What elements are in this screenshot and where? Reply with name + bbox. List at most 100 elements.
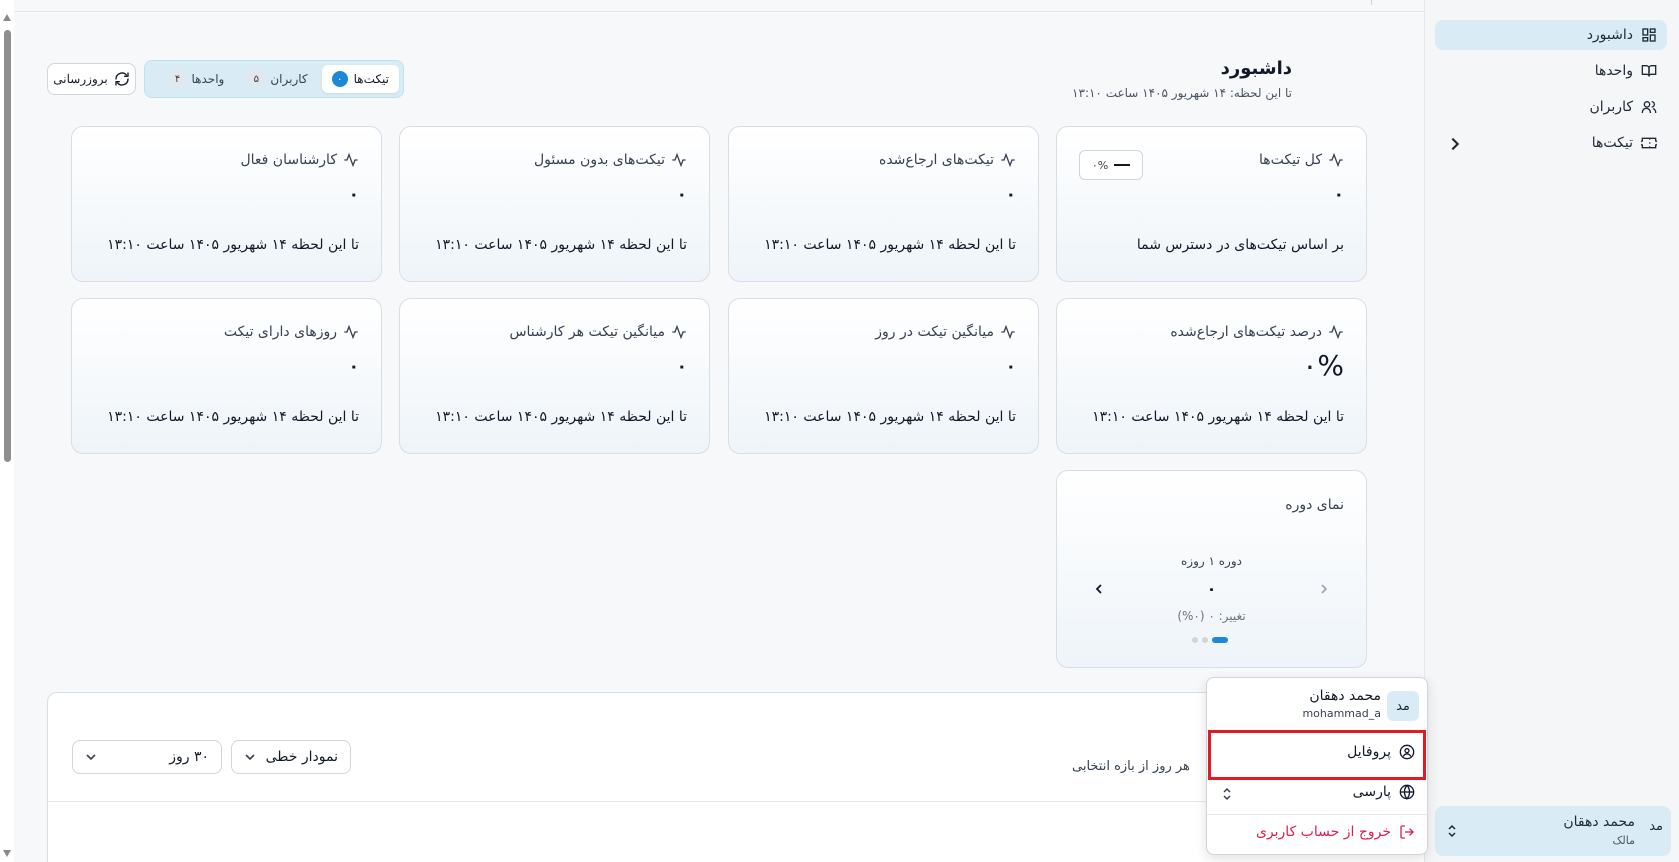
stat-card-unassigned-tickets: تیکت‌های بدون مسئول ۰ تا این لحظه ۱۴ شهر… xyxy=(399,126,710,282)
period-view-title: نمای دوره xyxy=(1285,497,1344,513)
menu-item-label: خروج از حساب کاربری xyxy=(1255,824,1391,840)
scroll-up-arrow-icon[interactable] xyxy=(3,14,11,21)
stat-card-title: کل تیکت‌ها xyxy=(1259,152,1322,168)
page-title: داشبورد xyxy=(1220,58,1292,79)
tab-tickets[interactable]: تیکت‌ها ۰ xyxy=(321,65,399,93)
range-select[interactable]: ۳۰ روز xyxy=(72,740,222,774)
stat-card-footer: تا این لحظه ۱۴ شهریور ۱۴۰۵ ساعت ۱۳:۱۰ xyxy=(435,237,687,253)
stat-card-avg-per-day: میانگین تیکت در روز ۰ تا این لحظه ۱۴ شهر… xyxy=(728,298,1039,454)
chevrons-up-down-icon xyxy=(1448,824,1456,838)
chart-type-select[interactable]: نمودار خطی xyxy=(231,740,351,774)
menu-user-name: محمد دهقان xyxy=(1309,688,1381,704)
logout-icon xyxy=(1400,825,1414,839)
chevrons-up-down-icon xyxy=(1223,787,1231,801)
stat-card-footer: تا این لحظه ۱۴ شهریور ۱۴۰۵ ساعت ۱۳:۱۰ xyxy=(435,409,687,425)
activity-icon xyxy=(1001,152,1015,168)
book-icon xyxy=(1641,65,1657,77)
activity-icon xyxy=(1329,324,1343,340)
top-divider-mark xyxy=(1371,0,1372,5)
menu-item-logout[interactable]: خروج از حساب کاربری xyxy=(1256,824,1415,840)
stat-card-value: ۰ xyxy=(676,185,687,205)
ticket-icon xyxy=(1641,137,1657,149)
avatar: مد xyxy=(1649,819,1663,834)
chart-type-value: نمودار خطی xyxy=(265,749,338,765)
tab-units-count: ۴ xyxy=(169,71,186,87)
stat-card-value: ۰% xyxy=(1302,349,1344,382)
sidebar-item-label: تیکت‌ها xyxy=(1591,135,1633,151)
stat-card-title: کارشناسان فعال xyxy=(240,152,337,168)
stat-card-footer: بر اساس تیکت‌های در دسترس شما xyxy=(1136,237,1344,253)
stat-card-title: درصد تیکت‌های ارجاع‌شده xyxy=(1170,324,1322,340)
stat-card-avg-per-agent: میانگین تیکت هر کارشناس ۰ تا این لحظه ۱۴… xyxy=(399,298,710,454)
dash-icon xyxy=(1114,164,1131,166)
tab-tickets-label: تیکت‌ها xyxy=(353,72,389,86)
refresh-label: بروزرسانی xyxy=(53,72,108,86)
pagination-dot-active[interactable] xyxy=(1212,637,1228,643)
activity-icon xyxy=(344,324,358,340)
stat-card-title: تیکت‌های ارجاع‌شده xyxy=(879,152,994,168)
stat-card-footer: تا این لحظه ۱۴ شهریور ۱۴۰۵ ساعت ۱۳:۱۰ xyxy=(1092,409,1344,425)
stat-card-referred-percent: درصد تیکت‌های ارجاع‌شده ۰% تا این لحظه ۱… xyxy=(1056,298,1367,454)
menu-item-label: پارسی xyxy=(1352,784,1391,800)
stat-card-footer: تا این لحظه ۱۴ شهریور ۱۴۰۵ ساعت ۱۳:۱۰ xyxy=(107,237,359,253)
sidebar-item-label: کاربران xyxy=(1589,99,1633,115)
period-label: دوره ۱ روزه xyxy=(1181,554,1242,568)
stat-card-value: ۰ xyxy=(1333,185,1344,205)
tab-users[interactable]: کاربران ۵ xyxy=(238,65,317,93)
trend-chip-value: ۰% xyxy=(1091,158,1109,172)
chevron-down-icon xyxy=(245,754,255,761)
stat-card-footer: تا این لحظه ۱۴ شهریور ۱۴۰۵ ساعت ۱۳:۱۰ xyxy=(764,237,1016,253)
sidebar: داشبورد واحدها کاربران تیکت‌ها مد محمد د… xyxy=(1424,0,1679,862)
refresh-icon xyxy=(115,72,129,86)
sidebar-item-users[interactable]: کاربران xyxy=(1435,92,1667,122)
stat-card-title: روزهای دارای تیکت xyxy=(223,324,337,340)
pagination-dot[interactable] xyxy=(1202,637,1208,643)
sidebar-item-tickets[interactable]: تیکت‌ها xyxy=(1435,128,1667,158)
user-menu: مد محمد دهقان mohammad_a پروفایل پارسی خ… xyxy=(1206,677,1428,855)
top-divider xyxy=(14,11,1424,12)
stat-card-title: میانگین تیکت هر کارشناس xyxy=(509,324,665,340)
main-scrollbar[interactable] xyxy=(0,0,14,862)
chevron-right-icon[interactable] xyxy=(1447,136,1463,152)
stat-card-value: ۰ xyxy=(676,357,687,377)
dashboard-icon xyxy=(1642,28,1656,42)
period-pagination xyxy=(1192,637,1228,643)
activity-icon xyxy=(344,152,358,168)
stat-card-value: ۰ xyxy=(1005,185,1016,205)
users-icon xyxy=(1641,101,1657,113)
sidebar-item-label: داشبورد xyxy=(1586,27,1633,43)
tab-users-count: ۵ xyxy=(248,71,265,87)
sidebar-item-units[interactable]: واحدها xyxy=(1435,56,1667,86)
menu-username: mohammad_a xyxy=(1302,707,1381,720)
globe-icon xyxy=(1399,784,1415,800)
tab-users-label: کاربران xyxy=(270,72,308,86)
page-subtitle: تا این لحظه: ۱۴ شهریور ۱۴۰۵ ساعت ۱۳:۱۰ xyxy=(1072,86,1292,100)
menu-divider xyxy=(1207,814,1427,815)
scrollbar-thumb[interactable] xyxy=(4,30,11,462)
activity-icon xyxy=(672,324,686,340)
chevron-down-icon xyxy=(86,754,96,761)
range-value: ۳۰ روز xyxy=(169,749,209,765)
scroll-down-arrow-icon[interactable] xyxy=(3,850,11,857)
pagination-dot[interactable] xyxy=(1192,637,1198,643)
sidebar-item-label: واحدها xyxy=(1594,63,1633,79)
chevron-left-icon[interactable] xyxy=(1093,583,1105,595)
period-view-card: نمای دوره دوره ۱ روزه ۰ تغییر: ۰ (۰%) xyxy=(1056,470,1367,668)
stat-card-value: ۰ xyxy=(348,357,359,377)
tab-units[interactable]: واحدها ۴ xyxy=(160,65,235,93)
sidebar-item-dashboard[interactable]: داشبورد xyxy=(1435,20,1667,50)
stat-card-title: تیکت‌های بدون مسئول xyxy=(533,152,665,168)
sidebar-user-card[interactable]: مد محمد دهقان مالک xyxy=(1435,806,1671,856)
stat-card-footer: تا این لحظه ۱۴ شهریور ۱۴۰۵ ساعت ۱۳:۱۰ xyxy=(764,409,1016,425)
stat-card-total-tickets: کل تیکت‌ها ۰ بر اساس تیکت‌های در دسترس ش… xyxy=(1056,126,1367,282)
activity-icon xyxy=(672,152,686,168)
tab-tickets-count: ۰ xyxy=(331,71,348,87)
stat-card-value: ۰ xyxy=(1005,357,1016,377)
refresh-button[interactable]: بروزرسانی xyxy=(47,63,136,95)
menu-item-language[interactable]: پارسی xyxy=(1353,784,1415,800)
stat-card-footer: تا این لحظه ۱۴ شهریور ۱۴۰۵ ساعت ۱۳:۱۰ xyxy=(107,409,359,425)
stat-card-days-with-tickets: روزهای دارای تیکت ۰ تا این لحظه ۱۴ شهریو… xyxy=(71,298,382,454)
scope-tabs: تیکت‌ها ۰ کاربران ۵ واحدها ۴ xyxy=(144,60,404,98)
highlight-box xyxy=(1208,730,1426,780)
stat-card-active-agents: کارشناسان فعال ۰ تا این لحظه ۱۴ شهریور ۱… xyxy=(71,126,382,282)
